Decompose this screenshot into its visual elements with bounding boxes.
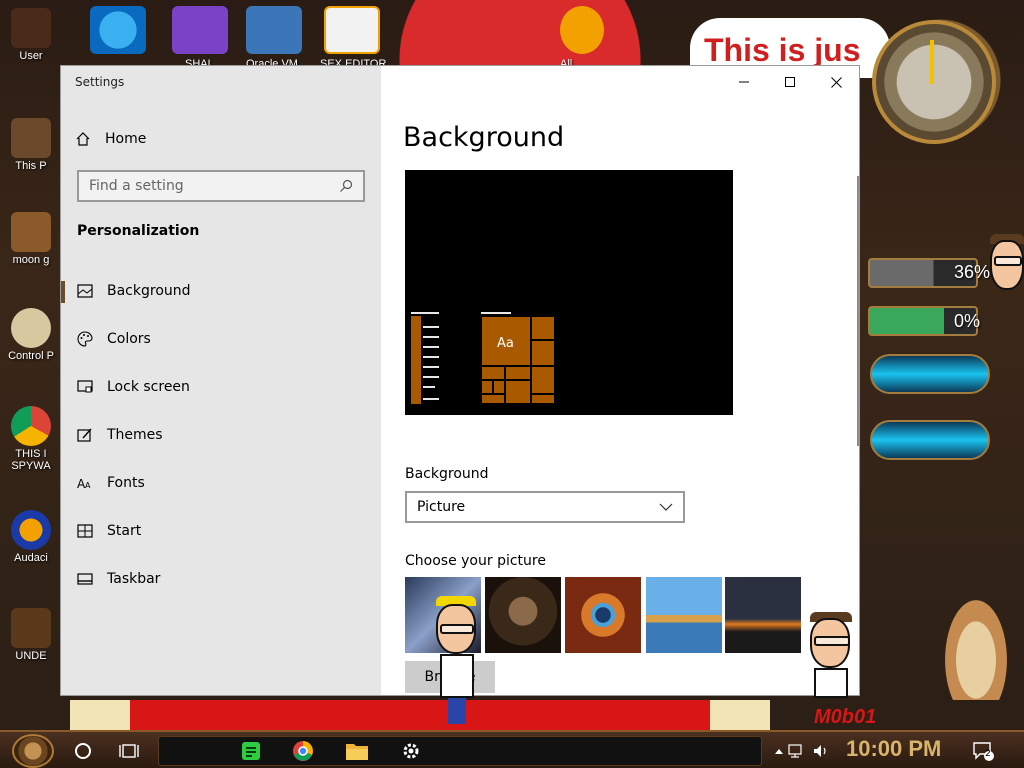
settings-sidebar: Settings Home Find a setting Personaliza… <box>61 66 381 695</box>
background-type-value: Picture <box>417 499 466 515</box>
maximize-button[interactable] <box>767 66 813 98</box>
background-type-label: Background <box>405 466 489 482</box>
home-label: Home <box>105 131 147 147</box>
palette-icon <box>77 331 93 347</box>
desktop-watermark: M0b01 <box>814 706 877 728</box>
preview-line <box>481 312 511 314</box>
svg-text:A: A <box>85 481 91 490</box>
search-icon <box>340 179 353 192</box>
app-title: Settings <box>75 75 125 89</box>
sidebar-item-lock-screen[interactable]: Lock screen <box>61 367 381 407</box>
desktop-icon-edge[interactable] <box>90 6 146 54</box>
picture-thumbnail[interactable] <box>646 577 722 653</box>
close-button[interactable] <box>813 66 859 98</box>
preview-tile <box>481 394 505 404</box>
preview-tile <box>531 316 555 340</box>
home-nav-item[interactable]: Home <box>75 128 146 150</box>
search-placeholder: Find a setting <box>89 178 184 194</box>
picture-icon <box>77 284 93 298</box>
sidebar-item-taskbar[interactable]: Taskbar <box>61 559 381 599</box>
cortana-icon[interactable] <box>70 738 96 764</box>
preview-start-bar <box>411 316 421 404</box>
tube-widget <box>870 354 990 394</box>
chevron-down-icon <box>659 503 673 511</box>
search-input[interactable]: Find a setting <box>77 170 365 202</box>
preview-sample-text: Aa <box>497 336 514 351</box>
section-header: Personalization <box>77 223 200 239</box>
window-controls <box>721 66 859 98</box>
file-explorer-icon[interactable] <box>344 738 370 764</box>
minimize-icon <box>739 81 749 83</box>
desktop-icon-visual-studio[interactable] <box>172 6 228 54</box>
desktop-icon-hex-editor[interactable] <box>324 6 380 54</box>
preview-tile <box>493 380 505 394</box>
desktop-icon-control-panel[interactable]: Control P <box>4 308 58 362</box>
preview-tile <box>531 366 555 394</box>
desktop-icon-moon[interactable]: moon g <box>4 212 58 266</box>
preview-line <box>423 366 439 368</box>
notes-app-icon[interactable] <box>238 738 264 764</box>
cpu-gauge-label: 36% <box>954 262 991 282</box>
desktop-icon-unde[interactable]: UNDE <box>4 608 58 662</box>
page-title: Background <box>403 122 565 153</box>
sidebar-item-themes[interactable]: Themes <box>61 415 381 455</box>
choose-picture-label: Choose your picture <box>405 553 546 569</box>
preview-line <box>423 356 439 358</box>
preview-line <box>423 336 439 338</box>
sidebar-item-background[interactable]: Background <box>61 271 381 311</box>
content-scrollbar[interactable] <box>857 176 859 446</box>
preview-line <box>423 376 439 378</box>
preview-tile <box>531 394 555 404</box>
home-icon <box>76 132 90 146</box>
desktop-icon-chrome[interactable]: THIS I SPYWA <box>4 406 58 472</box>
minimize-button[interactable] <box>721 66 767 98</box>
start-button[interactable] <box>12 734 54 768</box>
preview-line <box>411 312 439 314</box>
themes-icon <box>77 428 92 442</box>
background-type-dropdown[interactable]: Picture <box>405 491 685 523</box>
preview-tile <box>481 380 493 394</box>
clock-hand <box>930 40 934 84</box>
desktop-clock-widget <box>872 20 996 144</box>
start-icon <box>77 524 93 538</box>
tube-widget <box>870 420 990 460</box>
desktop-banner-text: This is jus <box>704 32 861 68</box>
close-icon <box>830 76 842 88</box>
preview-line <box>423 346 439 348</box>
sidebar-item-colors[interactable]: Colors <box>61 319 381 359</box>
taskbar-clock[interactable]: 10:00 PM <box>846 736 941 762</box>
picture-thumbnail[interactable] <box>565 577 641 653</box>
taskbar-icon <box>77 573 93 585</box>
settings-gear-icon[interactable] <box>398 738 424 764</box>
network-icon[interactable] <box>784 738 810 764</box>
chrome-icon[interactable] <box>290 738 316 764</box>
fonts-icon: A A <box>77 477 91 490</box>
memory-gauge-label: 0% <box>954 311 981 331</box>
desktop-icon-this-pc[interactable]: This P <box>4 118 58 172</box>
notification-count: 2 <box>985 749 991 759</box>
desktop-icon-audacity[interactable]: Audaci <box>4 510 58 564</box>
preview-tile <box>531 340 555 366</box>
preview-line <box>423 386 435 388</box>
desktop-icon-all[interactable] <box>560 6 604 54</box>
background-preview: Aa <box>405 170 733 415</box>
sidebar-item-start[interactable]: Start <box>61 511 381 551</box>
preview-line <box>423 326 439 328</box>
task-view-icon[interactable] <box>116 738 142 764</box>
wallpaper-strip <box>70 700 770 730</box>
picture-thumbnail[interactable] <box>725 577 801 653</box>
desktop-icon-virtualbox[interactable] <box>246 6 302 54</box>
volume-icon[interactable] <box>808 738 834 764</box>
hamster-image <box>945 600 1007 700</box>
maximize-icon <box>785 77 795 87</box>
taskbar: 10:00 PM 2 <box>0 730 1024 768</box>
sidebar-item-fonts[interactable]: A A Fonts <box>61 463 381 503</box>
preview-tile <box>481 366 505 380</box>
picture-thumbnail[interactable] <box>485 577 561 653</box>
preview-tile <box>505 366 531 380</box>
desktop-icon-user[interactable]: User <box>4 8 58 62</box>
preview-tile <box>505 380 531 404</box>
preview-line <box>423 398 439 400</box>
lock-screen-icon <box>77 380 93 393</box>
